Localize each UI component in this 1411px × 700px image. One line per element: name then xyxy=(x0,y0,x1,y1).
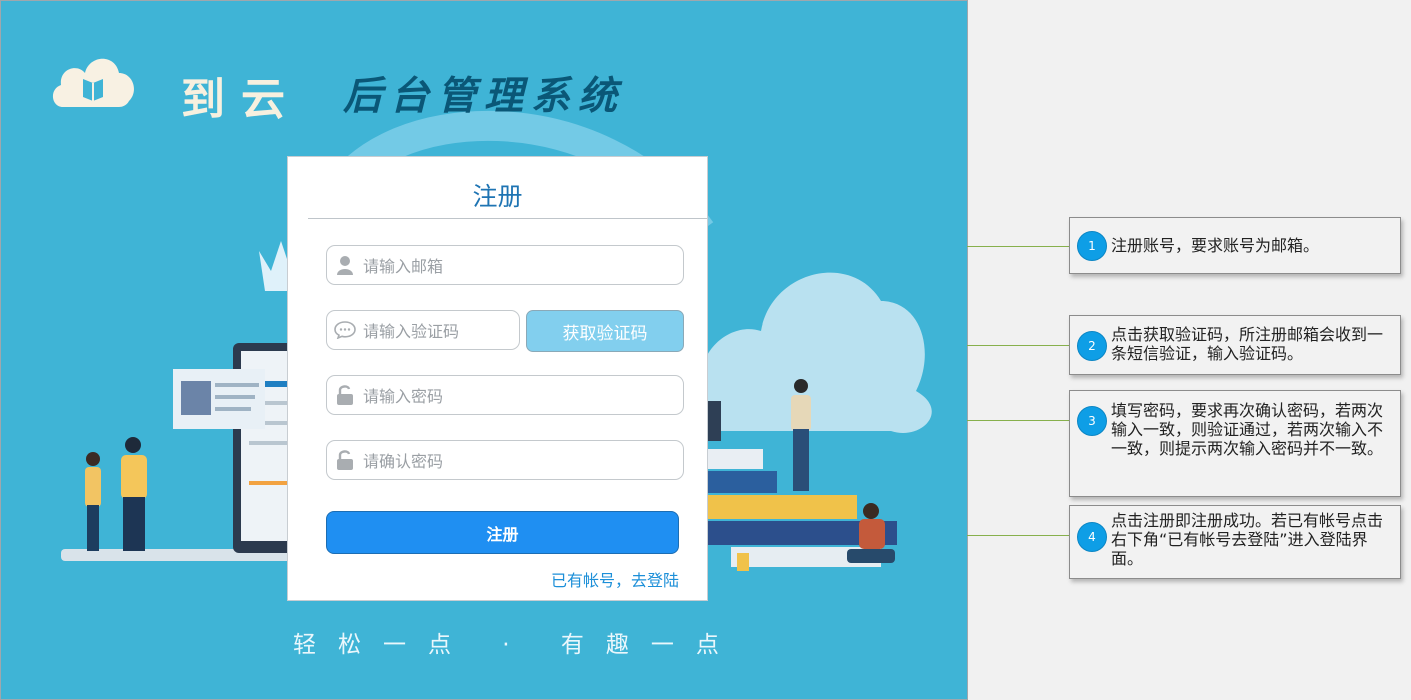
code-placeholder: 请输入验证码 xyxy=(363,322,460,341)
divider xyxy=(308,218,707,219)
connector-line xyxy=(967,246,1071,247)
callout-1: 1 注册账号，要求账号为邮箱。 xyxy=(1069,217,1401,274)
callout-text: 点击获取验证码，所注册邮箱会收到一条短信验证，输入验证码。 xyxy=(1111,325,1384,363)
callout-2: 2 点击获取验证码，所注册邮箱会收到一条短信验证，输入验证码。 xyxy=(1069,315,1401,375)
callout-number-badge: 4 xyxy=(1077,522,1107,552)
unlock-icon xyxy=(327,376,363,414)
callout-number-badge: 3 xyxy=(1077,406,1107,436)
register-panel: 注册 请输入邮箱 请输入验证码 获取验证码 请输入密码 请确认密码 注册 已有帐… xyxy=(287,156,708,601)
go-login-link[interactable]: 已有帐号，去登陆 xyxy=(551,567,679,591)
password-placeholder: 请输入密码 xyxy=(363,387,444,406)
callout-number-badge: 1 xyxy=(1077,231,1107,261)
callout-3: 3 填写密码，要求再次确认密码，若两次输入一致，则验证通过，若两次输入不一致，则… xyxy=(1069,390,1401,497)
connector-line xyxy=(967,535,1071,536)
unlock-icon xyxy=(327,441,363,479)
callout-text: 点击注册即注册成功。若已有帐号点击右下角“已有帐号去登陆”进入登陆界面。 xyxy=(1111,511,1384,568)
get-code-button[interactable]: 获取验证码 xyxy=(526,310,684,352)
password-field[interactable]: 请输入密码 xyxy=(326,375,684,415)
callout-4: 4 点击注册即注册成功。若已有帐号点击右下角“已有帐号去登陆”进入登陆界面。 xyxy=(1069,505,1401,579)
email-placeholder: 请输入邮箱 xyxy=(363,257,444,276)
slogan: 轻松一点 · 有趣一点 xyxy=(293,632,741,658)
callout-number-badge: 2 xyxy=(1077,331,1107,361)
connector-line xyxy=(967,345,1071,346)
cloud-book-icon xyxy=(52,58,134,107)
register-button[interactable]: 注册 xyxy=(326,511,679,554)
login-background: 到云 后台管理系统 注册 请输入邮箱 请输入验证码 获取验证码 请输入密码 请确… xyxy=(0,0,968,700)
callout-text: 注册账号，要求账号为邮箱。 xyxy=(1111,236,1320,255)
connector-line xyxy=(967,420,1071,421)
system-name: 后台管理系统 xyxy=(343,73,626,119)
confirm-password-field[interactable]: 请确认密码 xyxy=(326,440,684,480)
people-illustration xyxy=(85,437,147,551)
callout-text: 填写密码，要求再次确认密码，若两次输入一致，则验证通过，若两次输入不一致，则提示… xyxy=(1111,401,1384,458)
verification-code-field[interactable]: 请输入验证码 xyxy=(326,310,520,350)
cloud-illustration xyxy=(695,272,932,433)
email-field[interactable]: 请输入邮箱 xyxy=(326,245,684,285)
chat-bubble-icon xyxy=(327,311,363,349)
user-icon xyxy=(327,246,363,284)
confirm-placeholder: 请确认密码 xyxy=(363,452,444,471)
register-title: 注册 xyxy=(472,182,523,211)
brand-name: 到云 xyxy=(181,74,301,125)
